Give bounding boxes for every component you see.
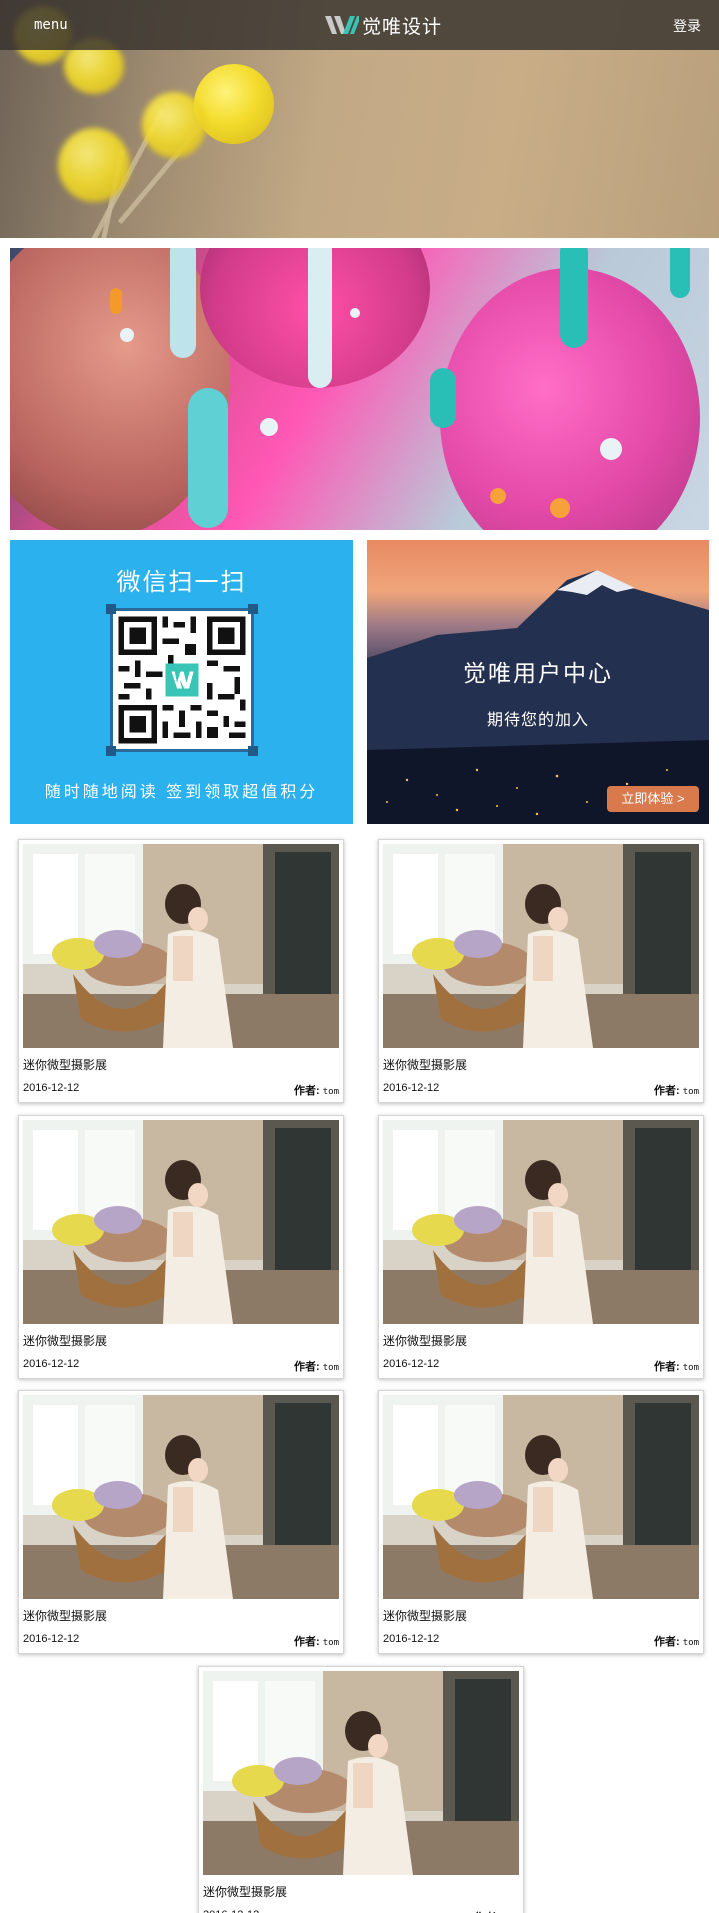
- article-author: 作者: tom: [654, 1633, 699, 1649]
- author-label: 作者:: [294, 1085, 320, 1097]
- article-card[interactable]: 迷你微型摄影展 2016-12-12 作者: tom: [18, 1115, 344, 1379]
- photo-icon: [383, 844, 699, 1048]
- paint-splash: [350, 308, 360, 318]
- paint-splash: [550, 498, 570, 518]
- author-name: tom: [682, 1087, 699, 1097]
- photo-icon: [383, 1395, 699, 1599]
- photo-icon: [383, 1120, 699, 1324]
- paint-drip: [170, 248, 196, 358]
- article-title[interactable]: 迷你微型摄影展: [383, 1332, 467, 1349]
- author-label: 作者:: [294, 1636, 320, 1648]
- wechat-promo: 微信扫一扫 随时随地阅读 签到领取超值积分: [10, 540, 353, 824]
- qr-code: [106, 604, 258, 756]
- hero-image: menu 觉唯设计 登录: [0, 0, 719, 238]
- photo-icon: [23, 844, 339, 1048]
- flower: [142, 92, 206, 158]
- feature-banner[interactable]: [10, 248, 709, 530]
- user-center-promo: 觉唯用户中心 期待您的加入 立即体验 >: [367, 540, 709, 824]
- author-name: tom: [682, 1363, 699, 1373]
- author-name: tom: [682, 1638, 699, 1648]
- article-card[interactable]: 迷你微型摄影展 2016-12-12 作者: tom: [378, 1115, 704, 1379]
- paint-drip: [560, 248, 588, 348]
- qr-corner: [248, 746, 258, 756]
- qr-code-icon: [118, 616, 246, 744]
- article-photo[interactable]: [23, 1120, 339, 1324]
- article-photo[interactable]: [383, 844, 699, 1048]
- paint-drip: [188, 388, 228, 528]
- article-card[interactable]: 迷你微型摄影展 2016-12-12 作者: tom: [198, 1666, 524, 1913]
- article-date: 2016-12-12: [383, 1358, 440, 1370]
- article-date: 2016-12-12: [383, 1633, 440, 1645]
- qr-corner: [248, 604, 258, 614]
- paint-drip: [670, 248, 690, 298]
- article-card[interactable]: 迷你微型摄影展 2016-12-12 作者: tom: [378, 1390, 704, 1654]
- paint-splash: [110, 288, 122, 314]
- article-card[interactable]: 迷你微型摄影展 2016-12-12 作者: tom: [18, 1390, 344, 1654]
- article-title[interactable]: 迷你微型摄影展: [23, 1056, 107, 1073]
- article-date: 2016-12-12: [23, 1082, 80, 1094]
- article-date: 2016-12-12: [23, 1633, 80, 1645]
- logo-mark-icon: [325, 16, 359, 34]
- flower: [58, 128, 130, 202]
- qr-corner: [106, 604, 116, 614]
- article-title[interactable]: 迷你微型摄影展: [23, 1607, 107, 1624]
- qr-corner: [106, 746, 116, 756]
- user-center-subtitle: 期待您的加入: [486, 712, 589, 729]
- author-name: tom: [322, 1638, 339, 1648]
- author-label: 作者:: [294, 1361, 320, 1373]
- photo-icon: [23, 1120, 339, 1324]
- menu-button[interactable]: menu: [34, 17, 68, 33]
- author-label: 作者:: [654, 1361, 680, 1373]
- article-author: 作者: tom: [294, 1633, 339, 1649]
- photo-icon: [23, 1395, 339, 1599]
- article-photo[interactable]: [383, 1395, 699, 1599]
- try-now-button[interactable]: 立即体验 >: [607, 786, 699, 812]
- article-title[interactable]: 迷你微型摄影展: [383, 1607, 467, 1624]
- article-title[interactable]: 迷你微型摄影展: [203, 1883, 287, 1900]
- article-card[interactable]: 迷你微型摄影展 2016-12-12 作者: tom: [18, 839, 344, 1103]
- article-author: 作者: tom: [294, 1082, 339, 1098]
- site-logo[interactable]: 觉唯设计: [324, 12, 442, 38]
- author-label: 作者:: [654, 1636, 680, 1648]
- paint-splash: [490, 488, 506, 504]
- article-author: 作者: tom: [294, 1358, 339, 1374]
- paint-drip: [308, 248, 332, 388]
- wechat-tagline: 随时随地阅读 签到领取超值积分: [44, 784, 319, 801]
- logo-text: 觉唯设计: [362, 16, 443, 38]
- paint-splash: [600, 438, 622, 460]
- article-author: 作者: tom: [474, 1909, 519, 1913]
- author-name: tom: [322, 1087, 339, 1097]
- article-photo[interactable]: [23, 844, 339, 1048]
- article-photo[interactable]: [383, 1120, 699, 1324]
- top-nav-bar: menu 觉唯设计 登录: [0, 0, 719, 50]
- article-title[interactable]: 迷你微型摄影展: [23, 1332, 107, 1349]
- article-author: 作者: tom: [654, 1358, 699, 1374]
- paint-splash: [120, 328, 134, 342]
- user-center-title: 觉唯用户中心: [463, 660, 613, 686]
- article-photo[interactable]: [23, 1395, 339, 1599]
- paint-splash: [260, 418, 278, 436]
- wechat-title: 微信扫一扫: [116, 569, 247, 596]
- article-title[interactable]: 迷你微型摄影展: [383, 1056, 467, 1073]
- article-photo[interactable]: [203, 1671, 519, 1875]
- author-label: 作者:: [654, 1085, 680, 1097]
- paint-drip: [430, 368, 456, 428]
- article-date: 2016-12-12: [23, 1358, 80, 1370]
- article-card[interactable]: 迷你微型摄影展 2016-12-12 作者: tom: [378, 839, 704, 1103]
- author-name: tom: [322, 1363, 339, 1373]
- flower: [194, 64, 274, 144]
- photo-icon: [203, 1671, 519, 1875]
- article-date: 2016-12-12: [203, 1909, 259, 1913]
- article-author: 作者: tom: [654, 1082, 699, 1098]
- article-date: 2016-12-12: [383, 1082, 440, 1094]
- login-link[interactable]: 登录: [673, 16, 701, 36]
